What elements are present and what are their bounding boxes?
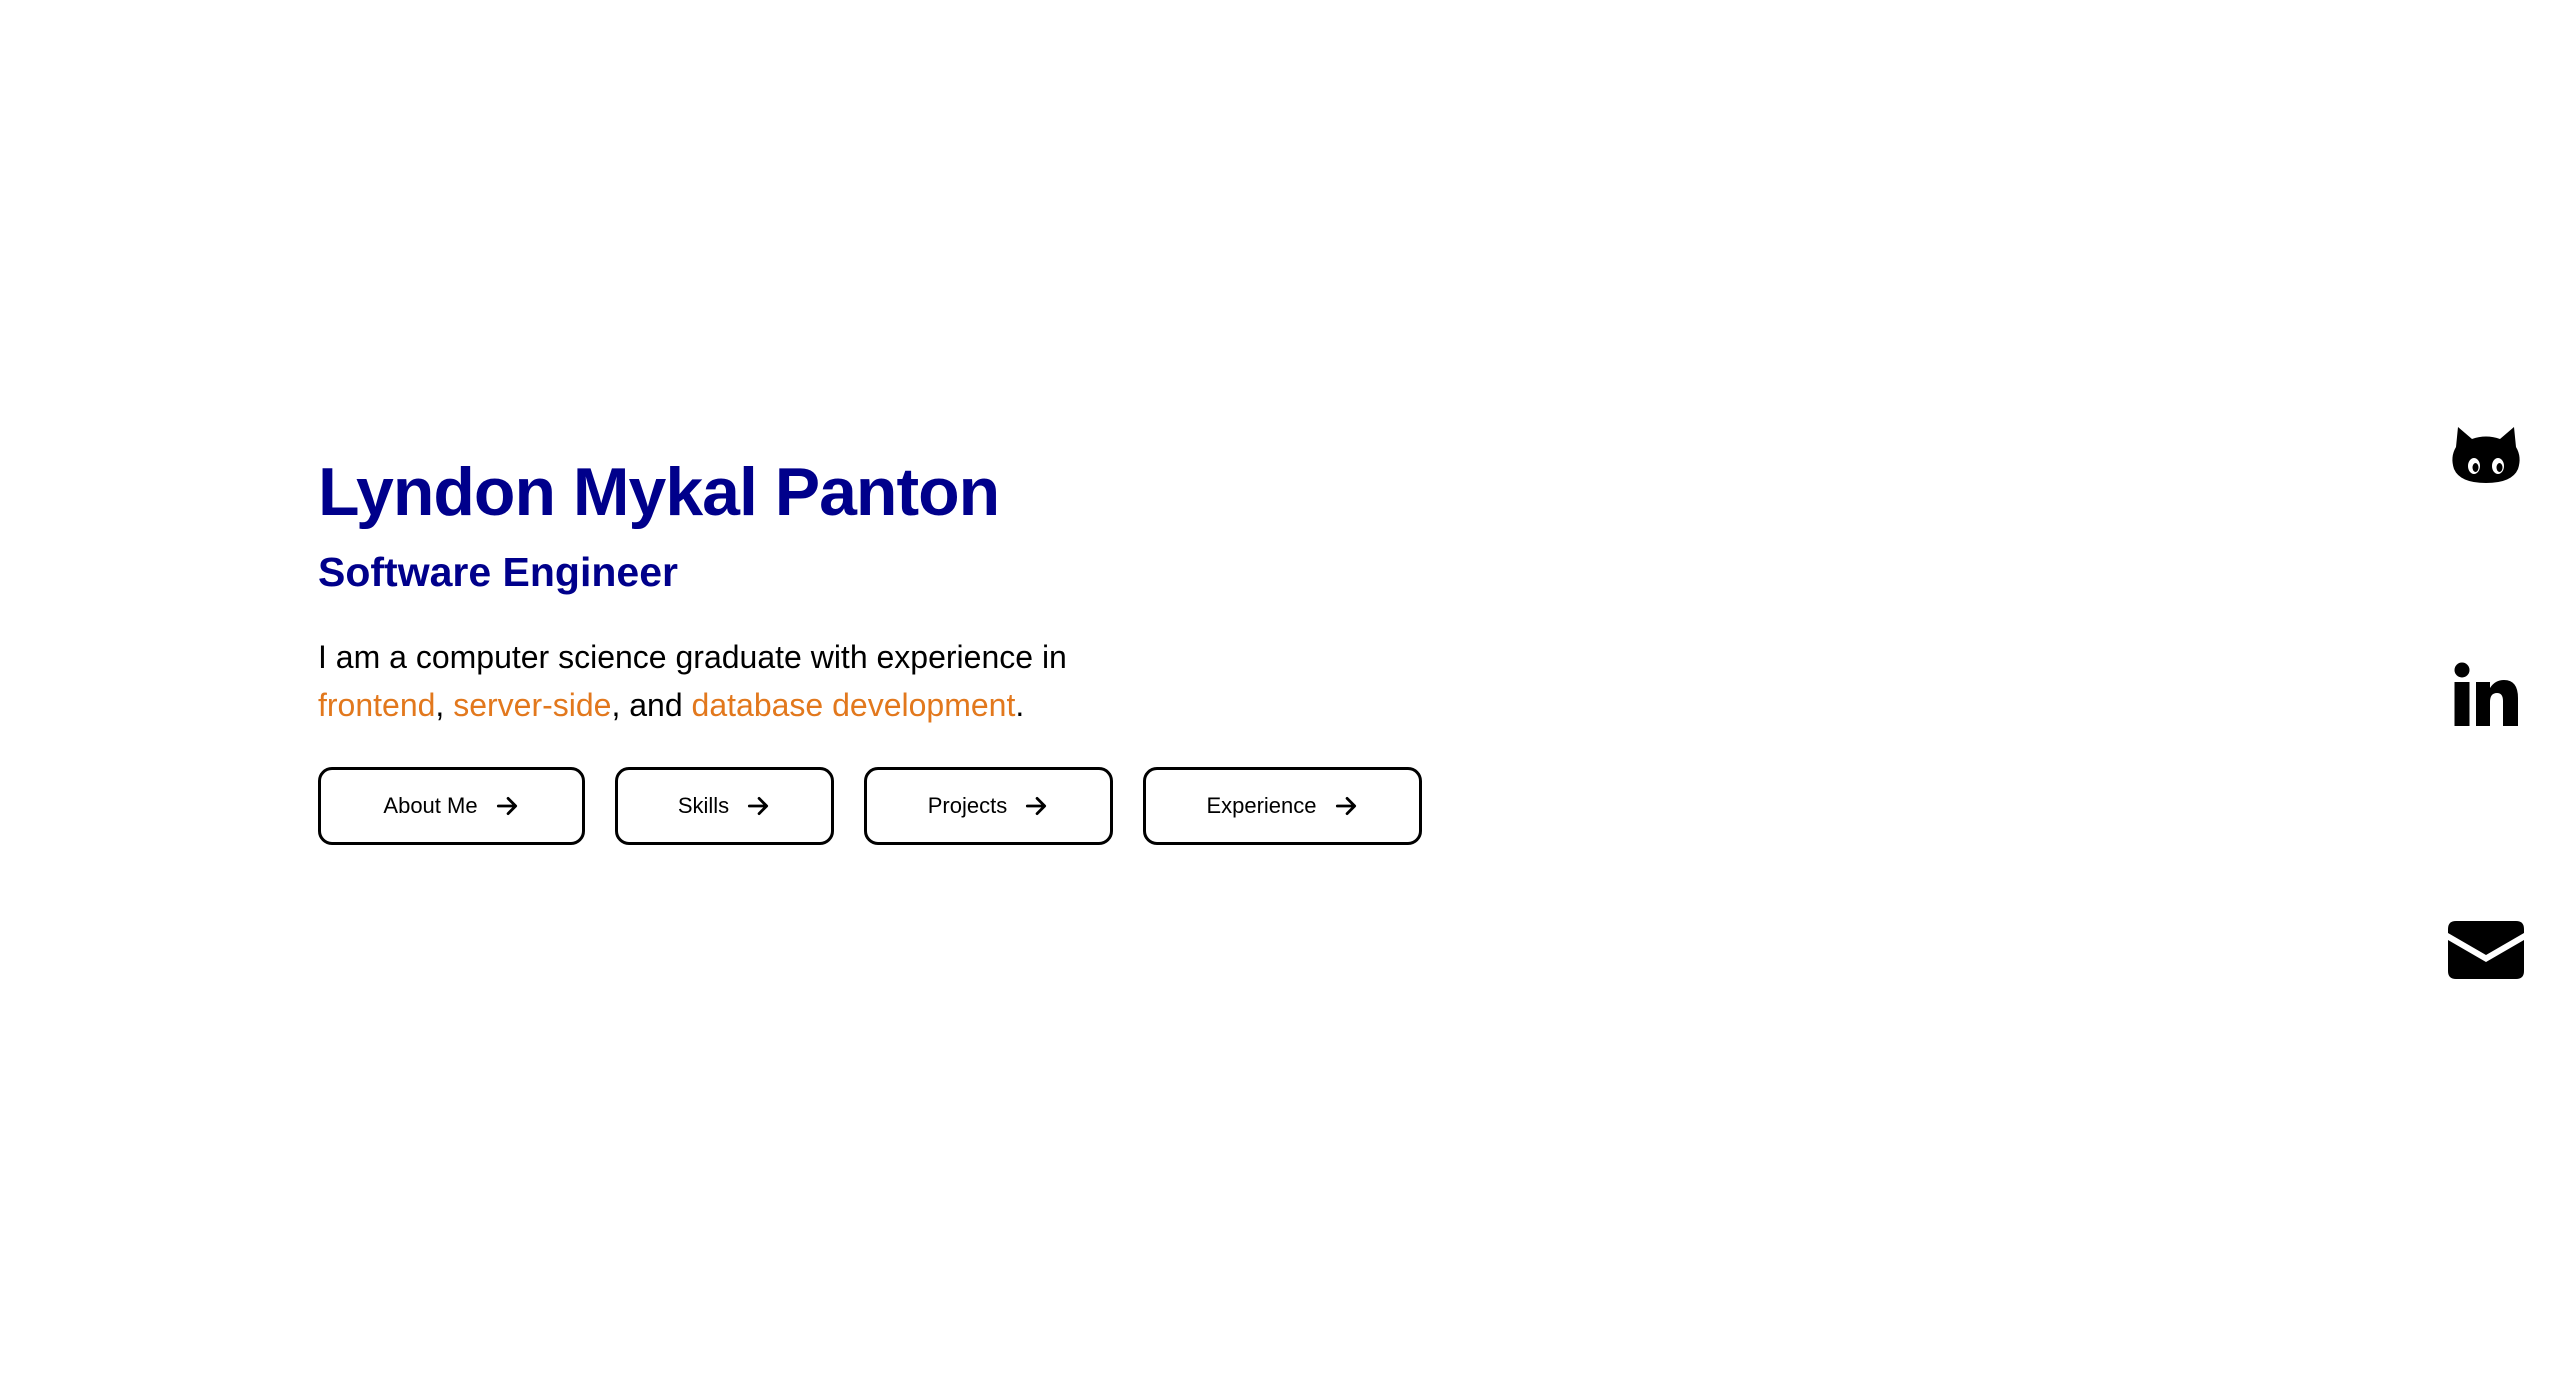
separator-period: . xyxy=(1015,686,1025,723)
email-link[interactable] xyxy=(2446,915,2526,985)
about-me-button[interactable]: About Me xyxy=(318,766,585,845)
highlight-server-side: server-side xyxy=(453,686,612,723)
job-title: Software Engineer xyxy=(318,548,678,595)
arrow-right-icon xyxy=(1335,796,1356,815)
arrow-right-icon xyxy=(1026,796,1047,815)
skills-button[interactable]: Skills xyxy=(615,766,834,845)
nav-buttons: About Me Skills Projects Experience xyxy=(318,766,1518,845)
separator-and: , and xyxy=(611,686,683,723)
about-me-label: About Me xyxy=(383,792,478,818)
highlight-frontend: frontend xyxy=(318,686,436,723)
github-link[interactable] xyxy=(2446,420,2526,490)
arrow-right-icon xyxy=(748,796,769,815)
email-icon xyxy=(2448,921,2524,979)
hero-section: Lyndon Mykal Panton Software Engineer I … xyxy=(318,455,1518,845)
highlight-database: database development xyxy=(691,686,1016,723)
github-icon xyxy=(2452,427,2520,483)
linkedin-icon xyxy=(2454,662,2518,726)
arrow-right-icon xyxy=(496,796,517,815)
experience-button[interactable]: Experience xyxy=(1143,766,1422,845)
experience-label: Experience xyxy=(1206,792,1317,818)
projects-button[interactable]: Projects xyxy=(864,766,1113,845)
intro-text: I am a computer science graduate with ex… xyxy=(318,633,1318,729)
intro-prefix: I am a computer science graduate with ex… xyxy=(318,638,1067,675)
separator-comma: , xyxy=(435,686,445,723)
page-title: Lyndon Mykal Panton xyxy=(318,454,1000,530)
projects-label: Projects xyxy=(927,792,1008,818)
skills-label: Skills xyxy=(677,792,730,818)
linkedin-link[interactable] xyxy=(2446,660,2526,730)
